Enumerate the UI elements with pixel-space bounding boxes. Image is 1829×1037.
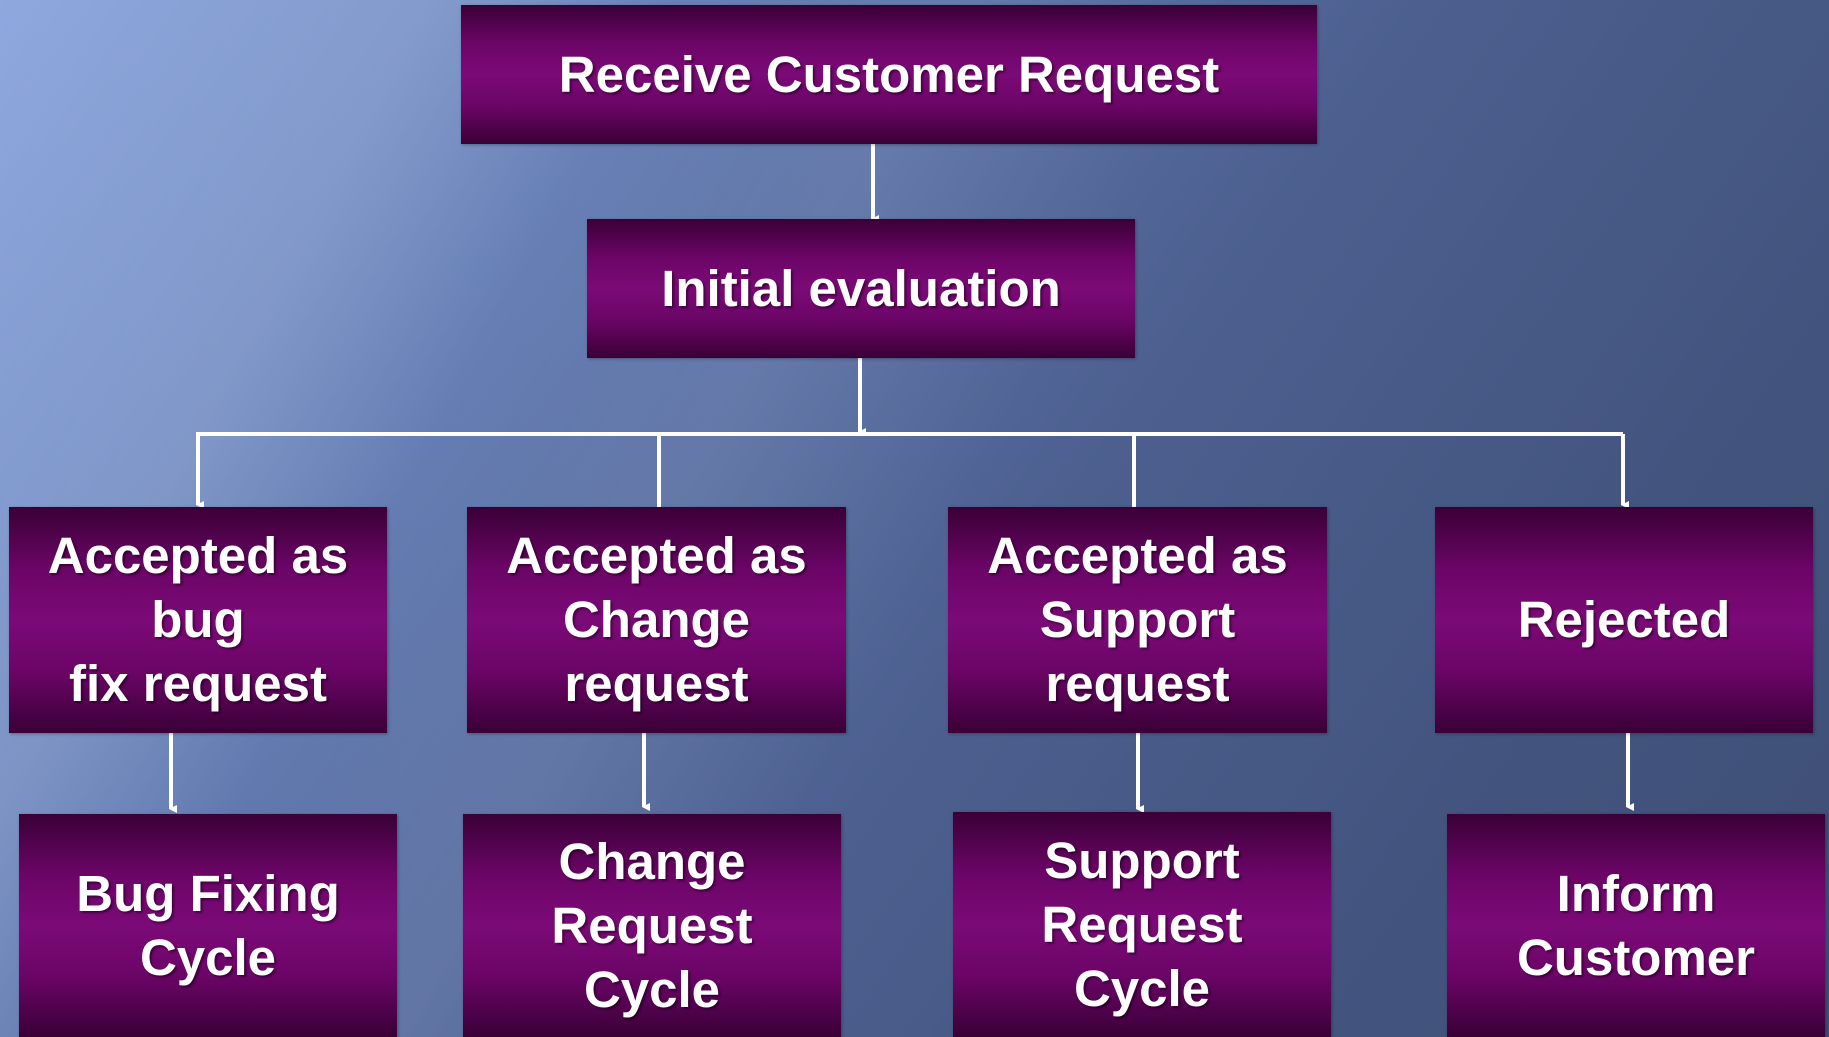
flowchart-diagram: Receive Customer Request Initial evaluat… — [0, 0, 1829, 1037]
rejected-box: Rejected — [1435, 507, 1813, 733]
inform-customer-box: Inform Customer — [1447, 814, 1825, 1037]
change-request-cycle-box: Change Request Cycle — [463, 814, 841, 1037]
accepted-support-request-box: Accepted as Support request — [948, 507, 1327, 733]
initial-evaluation-box: Initial evaluation — [587, 219, 1135, 358]
bug-fixing-cycle-box: Bug Fixing Cycle — [19, 814, 397, 1037]
accepted-change-request-box: Accepted as Change request — [467, 507, 846, 733]
support-request-cycle-box: Support Request Cycle — [953, 812, 1331, 1037]
receive-customer-request-box: Receive Customer Request — [461, 5, 1317, 144]
accepted-bug-fix-request-box: Accepted as bug fix request — [9, 507, 387, 733]
